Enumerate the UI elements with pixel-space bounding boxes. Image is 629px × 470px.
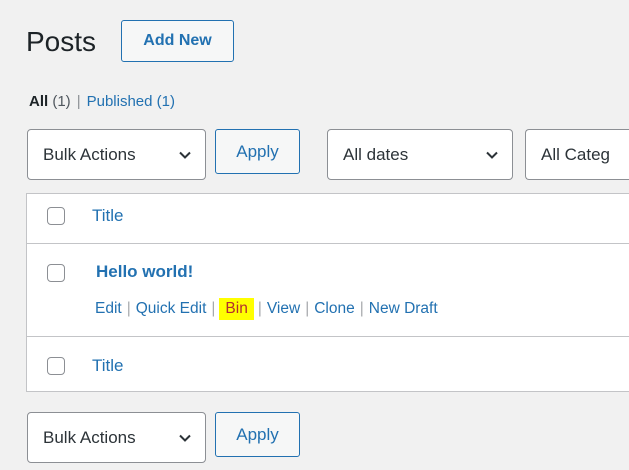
- new-draft-link[interactable]: New Draft: [369, 300, 438, 317]
- apply-button-bottom[interactable]: Apply: [215, 412, 300, 457]
- bulk-actions-value: Bulk Actions: [43, 427, 136, 447]
- bulk-actions-value: Bulk Actions: [43, 144, 136, 164]
- select-all-checkbox[interactable]: [47, 207, 65, 225]
- bulk-actions-select-top[interactable]: Bulk Actions: [27, 129, 206, 180]
- bin-link[interactable]: Bin: [219, 298, 254, 320]
- posts-table: Title Hello world! Edit | Quick Edit | Bin | V…: [26, 193, 629, 392]
- view-link[interactable]: View: [267, 300, 300, 317]
- bulk-actions-select-bottom[interactable]: Bulk Actions: [27, 412, 206, 463]
- chevron-down-icon: [179, 434, 191, 442]
- clone-link[interactable]: Clone: [314, 300, 355, 317]
- filter-all-count: (1): [52, 93, 71, 110]
- dates-filter-value: All dates: [343, 144, 409, 164]
- post-title-link[interactable]: Hello world!: [96, 261, 193, 283]
- dates-filter-select[interactable]: All dates: [327, 129, 513, 180]
- column-header-title[interactable]: Title: [92, 205, 124, 227]
- page-title: Posts: [26, 26, 97, 57]
- row-actions: Edit | Quick Edit | Bin | View | Clone | New Draft: [95, 298, 438, 320]
- apply-button-top[interactable]: Apply: [215, 129, 300, 174]
- filter-all-link[interactable]: All: [29, 93, 48, 110]
- column-footer-title[interactable]: Title: [92, 355, 124, 377]
- filter-published-link[interactable]: Published: [87, 93, 153, 110]
- header-divider: [27, 243, 629, 244]
- row-checkbox[interactable]: [47, 264, 65, 282]
- select-all-checkbox-footer[interactable]: [47, 357, 65, 375]
- filter-separator: |: [76, 93, 81, 110]
- categories-filter-select[interactable]: All Categ: [525, 129, 629, 180]
- edit-link[interactable]: Edit: [95, 300, 122, 317]
- filter-published-count[interactable]: (1): [157, 93, 175, 110]
- chevron-down-icon: [486, 151, 498, 159]
- chevron-down-icon: [179, 151, 191, 159]
- add-new-button[interactable]: Add New: [121, 20, 234, 62]
- status-filters: All (1) | Published (1): [29, 91, 175, 113]
- footer-divider: [27, 336, 629, 337]
- categories-filter-value: All Categ: [541, 144, 610, 164]
- quick-edit-link[interactable]: Quick Edit: [136, 300, 207, 317]
